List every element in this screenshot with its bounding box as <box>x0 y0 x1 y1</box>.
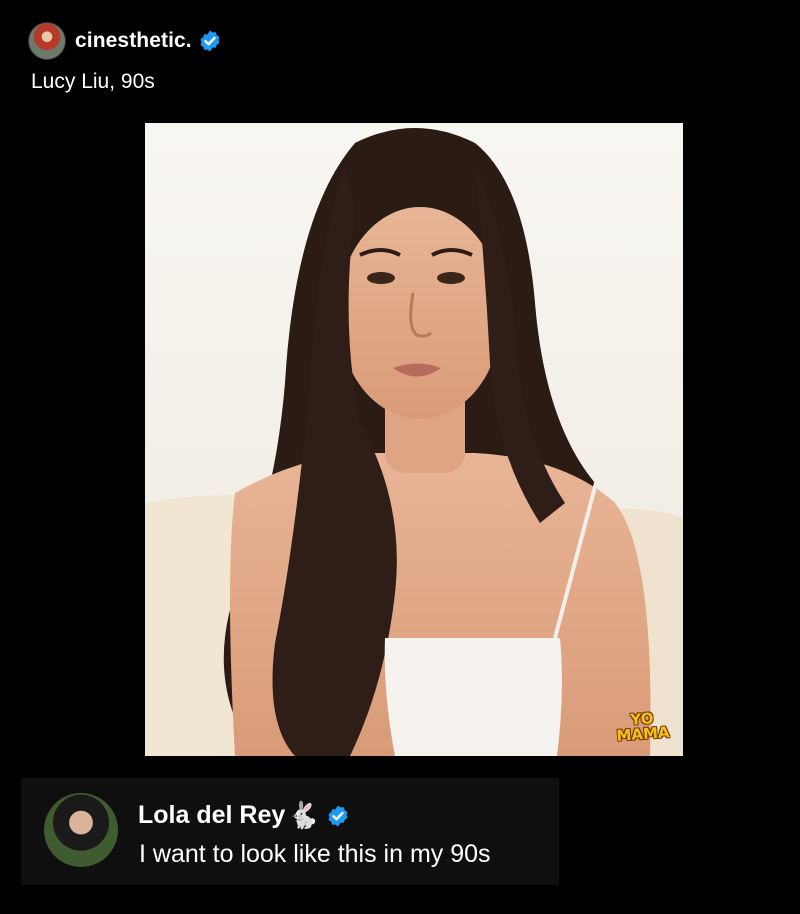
post-caption: Lucy Liu, 90s <box>31 70 155 93</box>
verified-badge-icon <box>326 804 350 828</box>
verified-badge-icon <box>198 29 222 53</box>
post-photo[interactable]: YO MAMA <box>145 123 683 756</box>
rabbit-emoji-icon: 🐇 <box>287 800 320 830</box>
user-avatar[interactable] <box>28 22 66 60</box>
reply-text: I want to look like this in my 90s <box>139 840 491 868</box>
watermark-line2: MAMA <box>615 723 671 745</box>
reply-author[interactable]: Lola del Rey 🐇 <box>138 800 350 831</box>
portrait-illustration <box>145 123 683 756</box>
watermark-logo: YO MAMA <box>615 709 671 745</box>
reply-card[interactable]: Lola del Rey 🐇 I want to look like this … <box>21 778 559 885</box>
reply-avatar[interactable] <box>44 793 118 867</box>
username[interactable]: cinesthetic. <box>75 29 192 53</box>
reply-author-name[interactable]: Lola del Rey <box>138 801 285 830</box>
post-header: cinesthetic. <box>28 22 222 60</box>
